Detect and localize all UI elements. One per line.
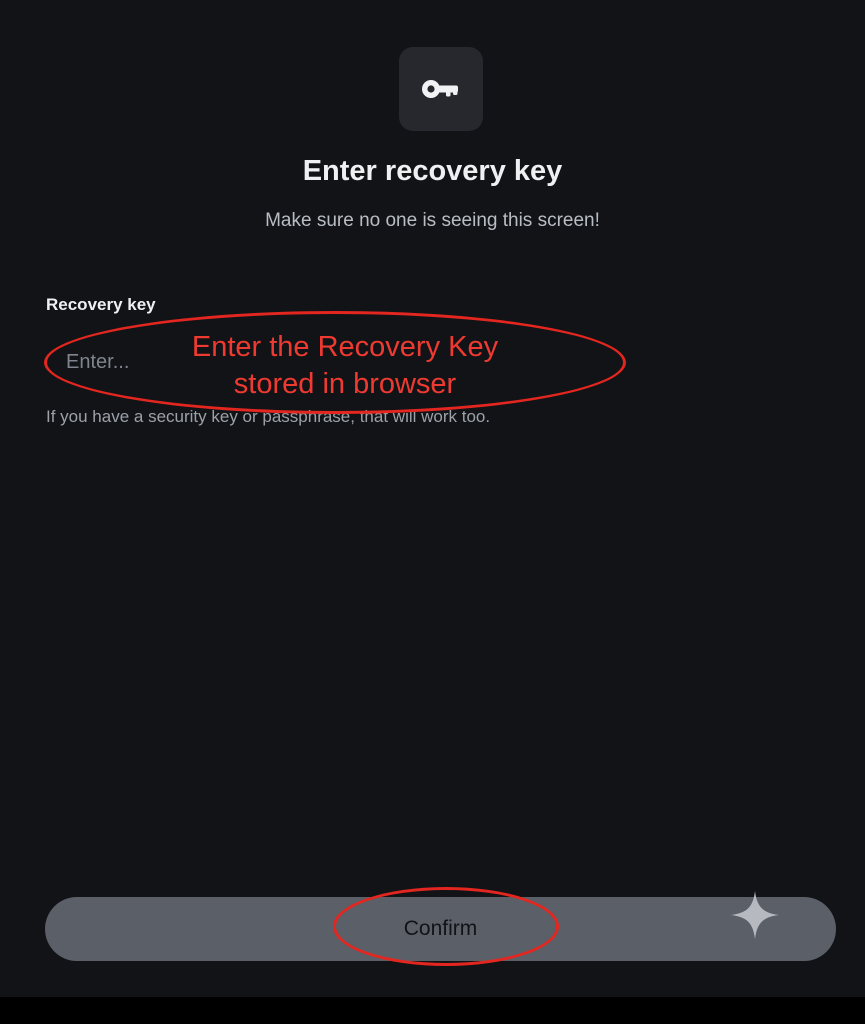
page-title: Enter recovery key xyxy=(302,155,563,187)
bottom-strip xyxy=(0,997,865,1024)
recovery-key-hint: If you have a security key or passphrase… xyxy=(46,407,491,426)
page-subtitle: Make sure no one is seeing this screen! xyxy=(265,210,600,231)
key-icon-tile xyxy=(399,47,483,131)
recovery-key-input[interactable] xyxy=(46,336,819,388)
recovery-key-label: Recovery key xyxy=(46,295,156,314)
recovery-key-screen: Enter recovery key Make sure no one is s… xyxy=(0,0,865,997)
confirm-button[interactable]: Confirm xyxy=(45,897,836,961)
sparkle-icon xyxy=(731,891,779,939)
key-icon xyxy=(422,80,458,98)
